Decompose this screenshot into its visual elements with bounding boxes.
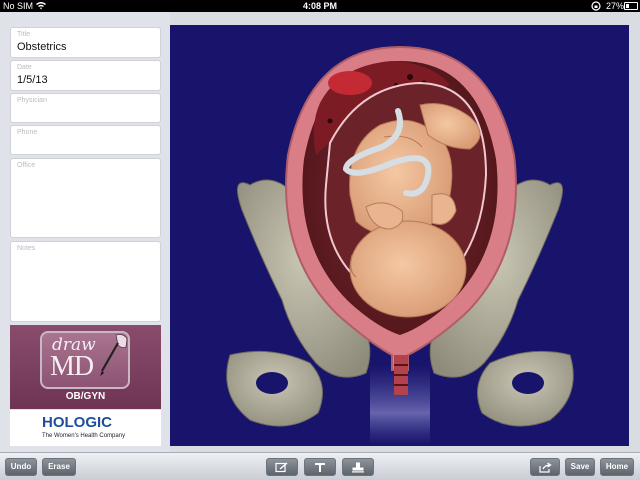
title-value: Obstetrics — [17, 41, 67, 53]
title-label: Title — [17, 31, 30, 38]
office-label: Office — [17, 162, 36, 169]
text-button[interactable] — [304, 458, 336, 476]
home-button[interactable]: Home — [600, 458, 634, 476]
drawing-canvas[interactable] — [170, 25, 629, 446]
date-label: Date — [17, 64, 32, 71]
date-value: 1/5/13 — [17, 74, 48, 86]
status-time: 4:08 PM — [302, 1, 337, 11]
phone-field[interactable]: Phone — [10, 125, 161, 155]
hologic-logo: HOLOGIC — [42, 414, 112, 431]
erase-button[interactable]: Erase — [42, 458, 76, 476]
notes-label: Notes — [17, 245, 36, 252]
physician-field[interactable]: Physician — [10, 93, 161, 123]
physician-label: Physician — [17, 97, 47, 104]
undo-button[interactable]: Undo — [5, 458, 37, 476]
date-field[interactable]: Date 1/5/13 — [10, 60, 161, 91]
edit-icon — [275, 462, 288, 473]
stamp-icon — [352, 462, 364, 473]
share-icon — [539, 462, 552, 473]
title-field[interactable]: Title Obstetrics — [10, 27, 161, 58]
text-icon — [315, 463, 325, 472]
hologic-logo-panel: HOLOGIC The Women's Health Company — [10, 410, 161, 446]
save-button[interactable]: Save — [565, 458, 595, 476]
drawmd-logo-panel: draw MD OB/GYN — [10, 325, 161, 409]
battery-level — [626, 4, 629, 8]
battery-percent: 27% — [606, 1, 625, 11]
hologic-tagline: The Women's Health Company — [42, 433, 126, 439]
logo-obgyn: OB/GYN — [65, 391, 106, 402]
rotation-lock-icon — [591, 1, 601, 11]
pen-hand-icon — [100, 334, 128, 376]
phone-label: Phone — [17, 129, 38, 136]
bottom-toolbar: Undo Erase Save Home — [0, 452, 640, 480]
status-bar: No SIM 4:08 PM 27% — [0, 0, 640, 12]
pregnancy-illustration — [226, 45, 574, 445]
stamp-button[interactable] — [342, 458, 374, 476]
edit-button[interactable] — [266, 458, 298, 476]
office-field[interactable]: Office — [10, 158, 161, 238]
logo-md-text: MD — [50, 351, 94, 382]
notes-field[interactable]: Notes — [10, 241, 161, 322]
battery-icon — [624, 2, 638, 10]
share-button[interactable] — [530, 458, 560, 476]
